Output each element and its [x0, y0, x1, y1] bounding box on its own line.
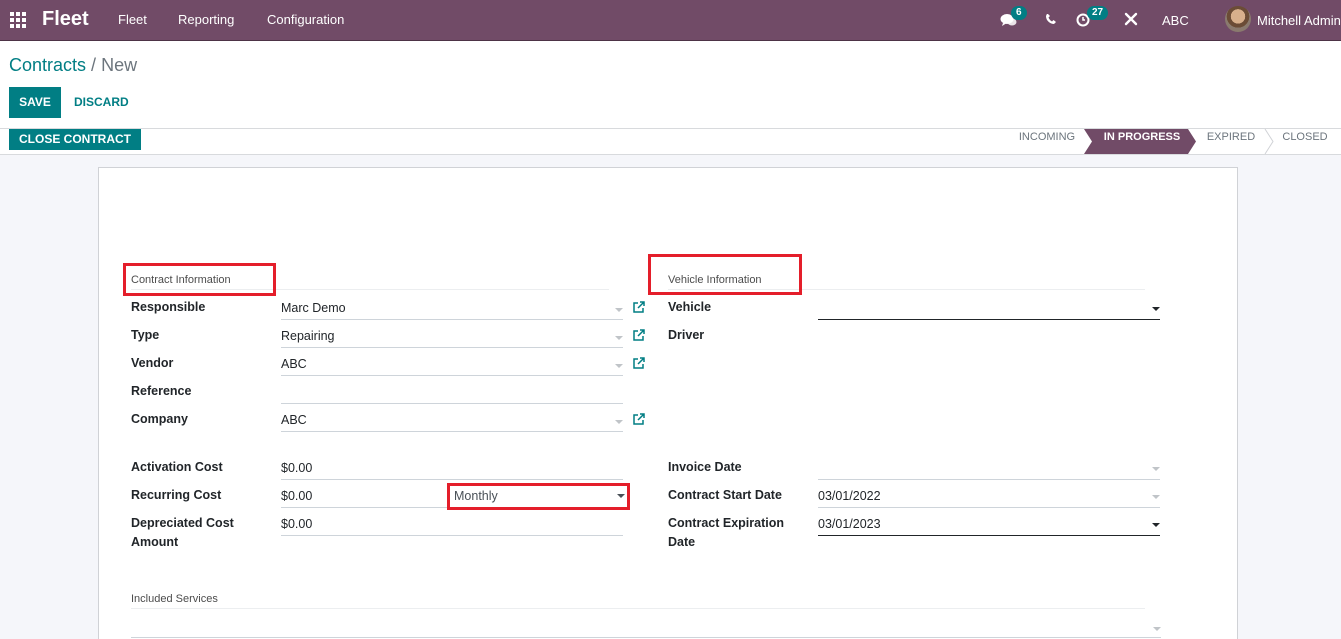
contract-start-date-label: Contract Start Date — [668, 488, 782, 502]
vehicle-label: Vehicle — [668, 300, 712, 314]
user-menu[interactable]: Mitchell Admin — [1257, 0, 1341, 41]
vendor-underline — [281, 375, 623, 376]
vendor-external-link-icon[interactable] — [633, 357, 645, 369]
stage-in-progress[interactable]: IN PROGRESS — [1084, 129, 1196, 154]
type-dropdown-icon[interactable] — [615, 336, 623, 340]
stage-incoming[interactable]: INCOMING — [1008, 129, 1086, 154]
discard-button[interactable]: DISCARD — [74, 87, 129, 118]
vehicle-underline — [818, 319, 1160, 320]
control-panel: Contracts / New SAVE DISCARD — [0, 41, 1341, 129]
responsible-field[interactable]: Marc Demo — [281, 299, 346, 318]
depreciated-cost-input[interactable]: $0.00 — [281, 515, 312, 534]
close-contract-button[interactable]: CLOSE CONTRACT — [9, 129, 141, 150]
included-services-title: Included Services — [131, 593, 218, 605]
reference-label: Reference — [131, 384, 192, 398]
depreciated-cost-label-line1: Depreciated Cost — [131, 516, 234, 530]
highlight-box-recurring-frequency — [447, 483, 630, 510]
save-button[interactable]: SAVE — [9, 87, 61, 118]
stage-expired[interactable]: EXPIRED — [1198, 129, 1264, 154]
top-navbar: Fleet Fleet Reporting Configuration 6 27… — [0, 0, 1341, 41]
vendor-field[interactable]: ABC — [281, 355, 307, 374]
invoice-date-underline — [818, 479, 1160, 480]
depreciated-cost-label: Depreciated Cost Amount — [131, 514, 234, 552]
type-label: Type — [131, 328, 160, 342]
company-external-link-icon[interactable] — [633, 413, 645, 425]
status-bar: CLOSE CONTRACT INCOMING IN PROGRESS EXPI… — [0, 129, 1341, 155]
debug-tools-button[interactable] — [1124, 12, 1138, 26]
highlight-box-vehicle-info — [648, 254, 802, 295]
contract-expiration-date-input[interactable]: 03/01/2023 — [818, 515, 881, 534]
type-underline — [281, 347, 623, 348]
invoice-date-dropdown-icon[interactable] — [1152, 467, 1160, 471]
stage-closed[interactable]: CLOSED — [1275, 129, 1335, 154]
contract-expiration-label-line1: Contract Expiration — [668, 516, 784, 530]
responsible-dropdown-icon[interactable] — [615, 308, 623, 312]
contract-expiration-date-label: Contract Expiration Date — [668, 514, 784, 552]
activities-button[interactable]: 27 — [1076, 6, 1109, 28]
responsible-external-link-icon[interactable] — [633, 301, 645, 313]
menu-reporting[interactable]: Reporting — [178, 12, 234, 27]
menu-fleet[interactable]: Fleet — [118, 12, 147, 27]
tools-icon — [1124, 12, 1138, 26]
reference-input[interactable] — [281, 383, 623, 402]
form-sheet: Contract Information Responsible Marc De… — [98, 167, 1238, 639]
activation-cost-label: Activation Cost — [131, 460, 223, 474]
vehicle-field[interactable] — [818, 299, 1160, 318]
breadcrumb-contracts[interactable]: Contracts — [9, 55, 86, 75]
contract-expiration-date-dropdown-icon[interactable] — [1152, 523, 1160, 527]
activation-cost-input[interactable]: $0.00 — [281, 459, 312, 478]
activities-count-badge: 27 — [1087, 6, 1109, 20]
highlight-box-contract-info — [123, 263, 276, 296]
vendor-label: Vendor — [131, 356, 174, 370]
included-services-input[interactable] — [131, 616, 1161, 636]
contract-expiration-date-underline — [818, 535, 1160, 536]
contract-start-date-dropdown-icon[interactable] — [1152, 495, 1160, 499]
messages-count-badge: 6 — [1011, 6, 1027, 20]
phone-button[interactable] — [1045, 13, 1057, 25]
app-brand[interactable]: Fleet — [42, 8, 89, 31]
reference-underline — [281, 403, 623, 404]
phone-icon — [1046, 14, 1056, 24]
app-menu-grid-icon[interactable] — [10, 12, 26, 28]
messages-button[interactable]: 6 — [1000, 6, 1027, 28]
contract-start-date-input[interactable]: 03/01/2022 — [818, 487, 881, 506]
contract-expiration-label-line2: Date — [668, 535, 696, 549]
company-dropdown-icon[interactable] — [615, 420, 623, 424]
included-services-divider — [131, 608, 1145, 609]
driver-label: Driver — [668, 328, 705, 342]
breadcrumb-current: New — [101, 55, 138, 75]
breadcrumb: Contracts / New — [9, 55, 137, 76]
recurring-cost-input[interactable]: $0.00 — [281, 487, 312, 506]
responsible-label: Responsible — [131, 300, 206, 314]
activation-cost-underline — [281, 479, 623, 480]
depreciated-cost-label-line2: Amount — [131, 535, 179, 549]
user-avatar[interactable] — [1225, 6, 1251, 32]
company-label: Company — [131, 412, 188, 426]
vehicle-dropdown-icon[interactable] — [1152, 307, 1160, 311]
included-services-underline — [131, 637, 1161, 638]
company-field[interactable]: ABC — [281, 411, 307, 430]
included-services-dropdown-icon[interactable] — [1153, 627, 1161, 631]
company-switcher[interactable]: ABC — [1162, 0, 1189, 41]
contract-start-date-underline — [818, 507, 1160, 508]
type-external-link-icon[interactable] — [633, 329, 645, 341]
vendor-dropdown-icon[interactable] — [615, 364, 623, 368]
depreciated-cost-underline — [281, 535, 623, 536]
stage-separator-icon — [1264, 129, 1274, 154]
responsible-underline — [281, 319, 623, 320]
recurring-cost-label: Recurring Cost — [131, 488, 222, 502]
menu-configuration[interactable]: Configuration — [267, 12, 344, 27]
company-underline — [281, 431, 623, 432]
invoice-date-label: Invoice Date — [668, 460, 742, 474]
breadcrumb-separator: / — [91, 55, 97, 75]
type-field[interactable]: Repairing — [281, 327, 335, 346]
invoice-date-input[interactable] — [818, 459, 1160, 478]
